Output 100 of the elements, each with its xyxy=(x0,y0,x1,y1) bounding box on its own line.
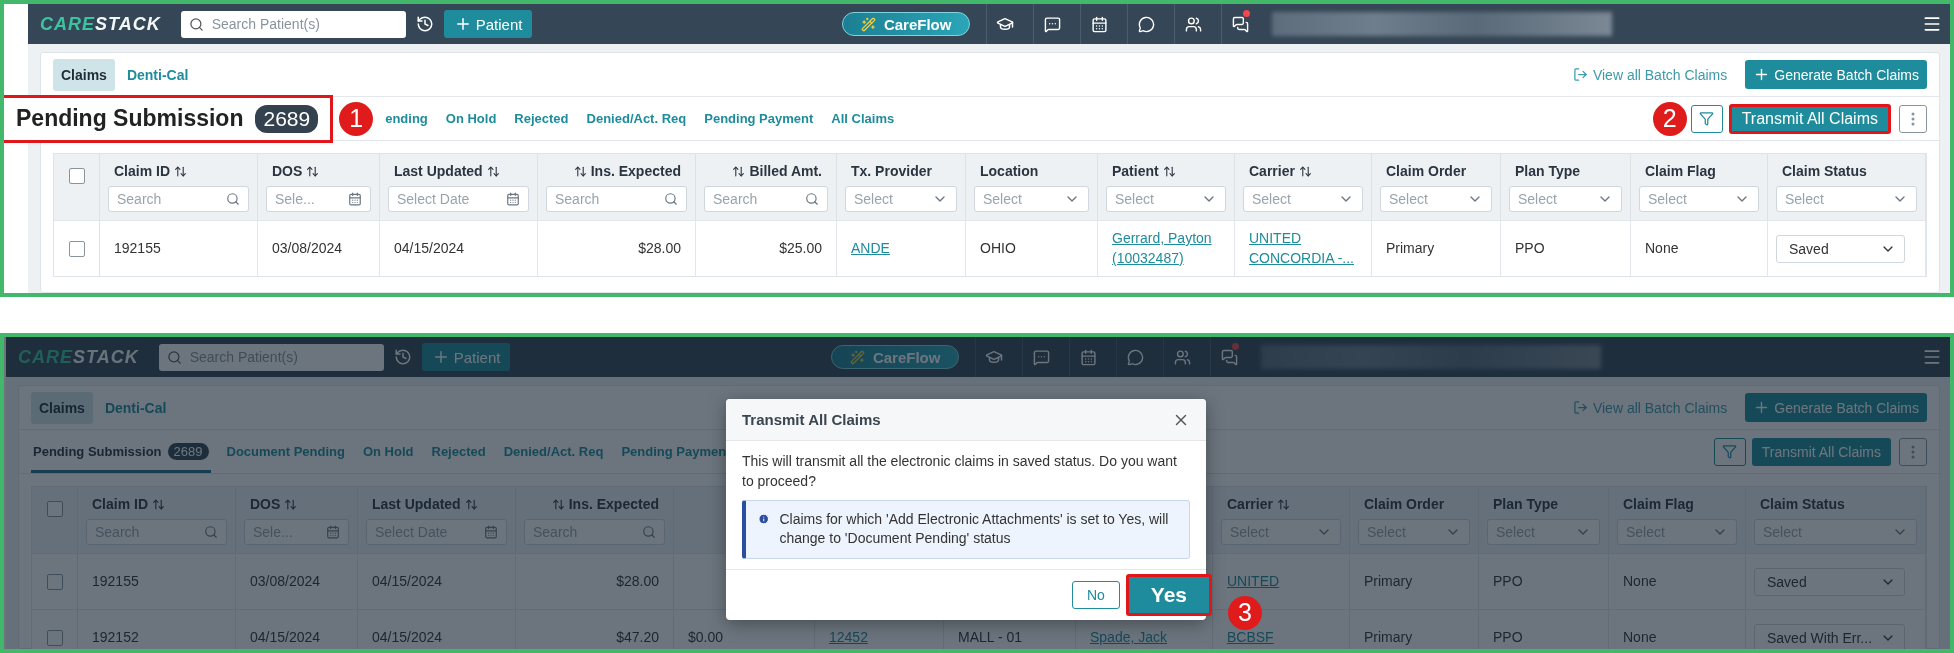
table-cell: 04/15/2024 xyxy=(372,572,443,591)
logo[interactable]: CARESTACK xyxy=(40,13,161,35)
filter-field[interactable]: Select xyxy=(1509,186,1622,212)
sort-icon[interactable] xyxy=(1298,164,1312,178)
filter-field[interactable]: Select xyxy=(1776,186,1917,212)
table-cell: None xyxy=(1623,628,1657,647)
status-tab[interactable]: Denied/Act. Req xyxy=(501,430,606,473)
status-tab[interactable]: Denied/Act. Req xyxy=(584,97,689,140)
search-icon xyxy=(664,192,678,206)
sort-icon[interactable] xyxy=(174,164,187,178)
menu-icon[interactable] xyxy=(1922,14,1942,34)
status-tab[interactable]: Pending Submission 2689 xyxy=(4,94,334,143)
checkbox[interactable] xyxy=(46,501,63,517)
tab[interactable]: Denti-Cal xyxy=(118,58,197,91)
checkbox[interactable] xyxy=(46,629,63,646)
tab[interactable]: Claims xyxy=(31,391,93,424)
table-cell: Primary xyxy=(1386,239,1435,258)
table-link[interactable]: 12452 xyxy=(829,627,868,648)
table-link[interactable]: Gerrard, Payton (10032487) xyxy=(1112,228,1220,269)
users-icon[interactable] xyxy=(1184,15,1202,33)
filter-button[interactable] xyxy=(1690,104,1723,133)
table-link[interactable]: Spade, Jack xyxy=(1090,627,1168,648)
calendar-icon[interactable] xyxy=(1090,15,1108,33)
generate-batch-claims-button[interactable]: Generate Batch Claims xyxy=(1745,60,1927,89)
wand-icon xyxy=(860,16,876,32)
careflow-button[interactable]: CareFlow xyxy=(841,12,971,36)
graduation-cap-icon[interactable] xyxy=(996,15,1015,33)
table-link[interactable]: BCBSF xyxy=(1227,627,1274,648)
status-tab[interactable]: Rejected xyxy=(429,430,488,473)
column-header: Last Updated xyxy=(394,163,483,179)
chat-icon[interactable] xyxy=(1043,15,1061,33)
filter-field[interactable]: Select xyxy=(1243,186,1363,212)
sort-icon[interactable] xyxy=(306,164,320,178)
column-header: Carrier xyxy=(1227,496,1273,512)
messages-icon[interactable] xyxy=(1231,15,1249,33)
view-batch-claims-link[interactable]: View all Batch Claims xyxy=(1572,399,1728,416)
column-header: DOS xyxy=(272,163,303,179)
checkbox[interactable] xyxy=(68,168,85,184)
generate-batch-claims-button[interactable]: Generate Batch Claims xyxy=(1745,393,1927,422)
transmit-all-claims-button[interactable]: Transmit All Claims xyxy=(1751,437,1891,466)
filter-button[interactable] xyxy=(1713,437,1746,466)
logo[interactable]: CARESTACK xyxy=(18,346,139,368)
status-tab[interactable]: Document Pending xyxy=(224,430,347,473)
status-select[interactable]: Saved With Err... xyxy=(1754,623,1905,649)
yes-button[interactable]: Yes xyxy=(1125,573,1212,616)
sort-icon[interactable] xyxy=(1162,164,1176,178)
filter-field[interactable]: Select xyxy=(1106,186,1226,212)
table-link[interactable]: ANDE xyxy=(851,238,890,259)
status-select[interactable]: Saved xyxy=(1776,234,1905,263)
table-link[interactable]: UNITED CONCORDIA -... xyxy=(1249,228,1357,269)
filter-field[interactable]: Select xyxy=(974,186,1089,212)
table-cell: 03/08/2024 xyxy=(250,572,321,591)
transmit-all-claims-button[interactable]: Transmit All Claims xyxy=(1728,103,1891,134)
table-cell: PPO xyxy=(1515,239,1545,258)
dialog-title: Transmit All Claims xyxy=(742,411,881,428)
careflow-button[interactable]: CareFlow xyxy=(830,345,960,369)
search-field[interactable]: Search Patient(s) xyxy=(180,10,406,38)
calendar-icon xyxy=(348,192,362,206)
status-select[interactable]: Saved xyxy=(1754,567,1905,596)
column-header: Location xyxy=(980,163,1039,179)
filter-field[interactable]: Select xyxy=(1639,186,1759,212)
add-patient-button[interactable]: Patient xyxy=(443,10,533,38)
filter-field[interactable]: Search xyxy=(704,186,828,212)
dialog-message: This will transmit all the electronic claims in saved status. Do you want to proceed? xyxy=(742,452,1178,492)
status-tab[interactable]: Pending Submission 2689 xyxy=(31,430,211,473)
tab[interactable]: Denti-Cal xyxy=(96,391,175,424)
sort-icon[interactable] xyxy=(573,164,587,178)
tab[interactable]: Claims xyxy=(53,58,115,91)
status-tab[interactable]: ending xyxy=(383,97,430,140)
no-button[interactable]: No xyxy=(1071,580,1120,609)
more-button[interactable] xyxy=(1899,104,1927,133)
status-tab[interactable]: Rejected xyxy=(512,97,571,140)
filter-field[interactable]: Select xyxy=(845,186,957,212)
status-tab[interactable]: Pending Payment xyxy=(702,97,816,140)
filter-field[interactable]: Search xyxy=(546,186,687,212)
checkbox[interactable] xyxy=(68,240,85,257)
sort-icon[interactable] xyxy=(732,164,746,178)
step-marker: 2 xyxy=(1652,101,1687,136)
notification-dot xyxy=(1232,343,1240,350)
filter-field[interactable]: Sele... xyxy=(266,186,371,212)
status-tab[interactable]: All Claims xyxy=(829,97,897,140)
filter-field[interactable]: Search xyxy=(108,186,249,212)
table-cell: 04/15/2024 xyxy=(372,628,443,647)
table-cell: 04/15/2024 xyxy=(250,628,321,647)
more-button[interactable] xyxy=(1899,437,1927,466)
table-cell: 03/08/2024 xyxy=(272,239,343,258)
history-icon[interactable] xyxy=(415,15,434,33)
add-patient-button[interactable]: Patient xyxy=(421,343,511,371)
column-header: Claim ID xyxy=(114,163,170,179)
filter-field[interactable]: Select xyxy=(1380,186,1492,212)
sort-icon[interactable] xyxy=(486,164,500,178)
filter-icon xyxy=(1699,111,1715,126)
checkbox[interactable] xyxy=(46,573,63,590)
view-batch-claims-link[interactable]: View all Batch Claims xyxy=(1572,66,1728,83)
table-cell: MALL - 01 xyxy=(958,628,1023,647)
table-link[interactable]: UNITED xyxy=(1227,571,1280,592)
status-tab[interactable]: On Hold xyxy=(360,430,416,473)
status-tab[interactable]: Pending Paymen xyxy=(619,430,729,473)
filter-field[interactable]: Select Date xyxy=(388,186,529,212)
status-tab[interactable]: On Hold xyxy=(443,97,499,140)
